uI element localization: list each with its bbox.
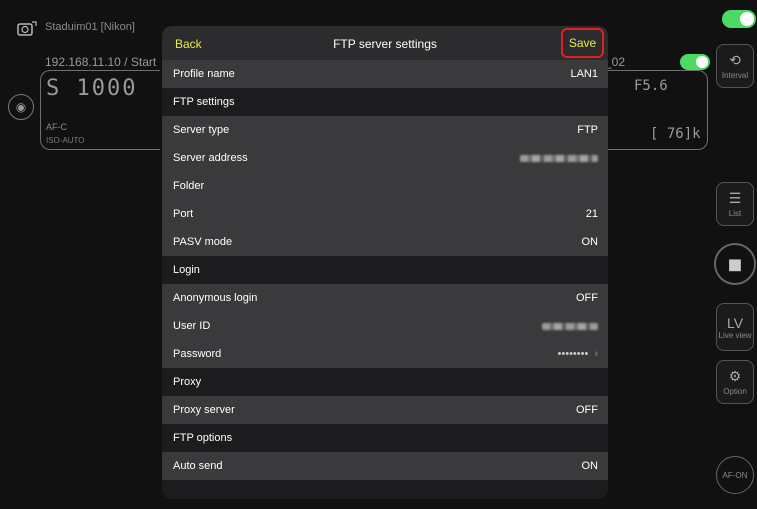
shutter-release-button[interactable]: ◼ — [714, 243, 756, 285]
server-type-value: FTP — [577, 124, 598, 136]
row-auto-send[interactable]: Auto send ON — [162, 452, 608, 480]
af-on-button[interactable]: AF-ON — [716, 456, 754, 494]
list-icon: ☰ — [728, 190, 742, 206]
profile-label: _02 — [605, 55, 626, 69]
auto-send-value: ON — [581, 460, 599, 472]
section-proxy: Proxy — [162, 368, 608, 396]
af-mode: AF-C — [46, 122, 67, 132]
row-pasv-mode[interactable]: PASV mode ON — [162, 228, 608, 256]
pasv-mode-value: ON — [581, 236, 599, 248]
row-anonymous-login[interactable]: Anonymous login OFF — [162, 284, 608, 312]
connection-status: 192.168.11.10 / Start — [45, 55, 157, 69]
modal-title: FTP server settings — [333, 37, 437, 51]
row-folder[interactable]: Folder — [162, 172, 608, 200]
frames-remaining: [ 76]k — [650, 126, 701, 142]
aperture-value: F5.6 — [634, 78, 668, 94]
option-button[interactable]: ⚙ Option — [716, 360, 754, 404]
iso-value: ISO-AUTO — [46, 136, 85, 145]
section-login: Login — [162, 256, 608, 284]
gear-icon: ⚙ — [728, 368, 742, 384]
live-view-button[interactable]: LV Live view — [716, 303, 754, 351]
camera-shutter-icon: ◼ — [727, 253, 743, 274]
chevron-right-icon: › — [594, 348, 598, 360]
camera-icon[interactable]: ◉ — [8, 94, 34, 120]
shutter-speed: S 1000 — [46, 76, 138, 101]
row-proxy-server[interactable]: Proxy server OFF — [162, 396, 608, 424]
list-scroll-overflow — [162, 487, 608, 499]
anonymous-login-value: OFF — [576, 292, 598, 304]
row-user-id[interactable]: User ID — [162, 312, 608, 340]
row-profile-name[interactable]: Profile name LAN1 — [162, 60, 608, 88]
user-id-redacted — [542, 322, 598, 330]
profile-toggle[interactable] — [680, 54, 710, 70]
list-button[interactable]: ☰ List — [716, 182, 754, 226]
settings-list: Profile name LAN1 FTP settings Server ty… — [162, 60, 608, 480]
camera-name: Staduim01 [Nikon] — [45, 21, 135, 33]
row-server-type[interactable]: Server type FTP — [162, 116, 608, 144]
password-value: •••••••• — [557, 348, 589, 360]
port-value: 21 — [585, 208, 598, 220]
section-ftp-settings: FTP settings — [162, 88, 608, 116]
profile-name-value: LAN1 — [570, 68, 598, 80]
interval-button[interactable]: ⟲ Interval — [716, 44, 754, 88]
row-port[interactable]: Port 21 — [162, 200, 608, 228]
camera-connection-icon[interactable] — [16, 18, 38, 40]
interval-icon: ⟲ — [729, 52, 741, 68]
proxy-server-value: OFF — [576, 404, 598, 416]
section-ftp-options: FTP options — [162, 424, 608, 452]
save-button[interactable]: Save — [561, 28, 604, 58]
row-server-address[interactable]: Server address — [162, 144, 608, 172]
main-toggle[interactable] — [722, 10, 756, 28]
server-address-redacted — [520, 154, 598, 162]
ftp-settings-modal: Back FTP server settings Save Profile na… — [162, 26, 608, 499]
modal-header: Back FTP server settings Save — [162, 26, 608, 60]
row-password[interactable]: Password •••••••• › — [162, 340, 608, 368]
